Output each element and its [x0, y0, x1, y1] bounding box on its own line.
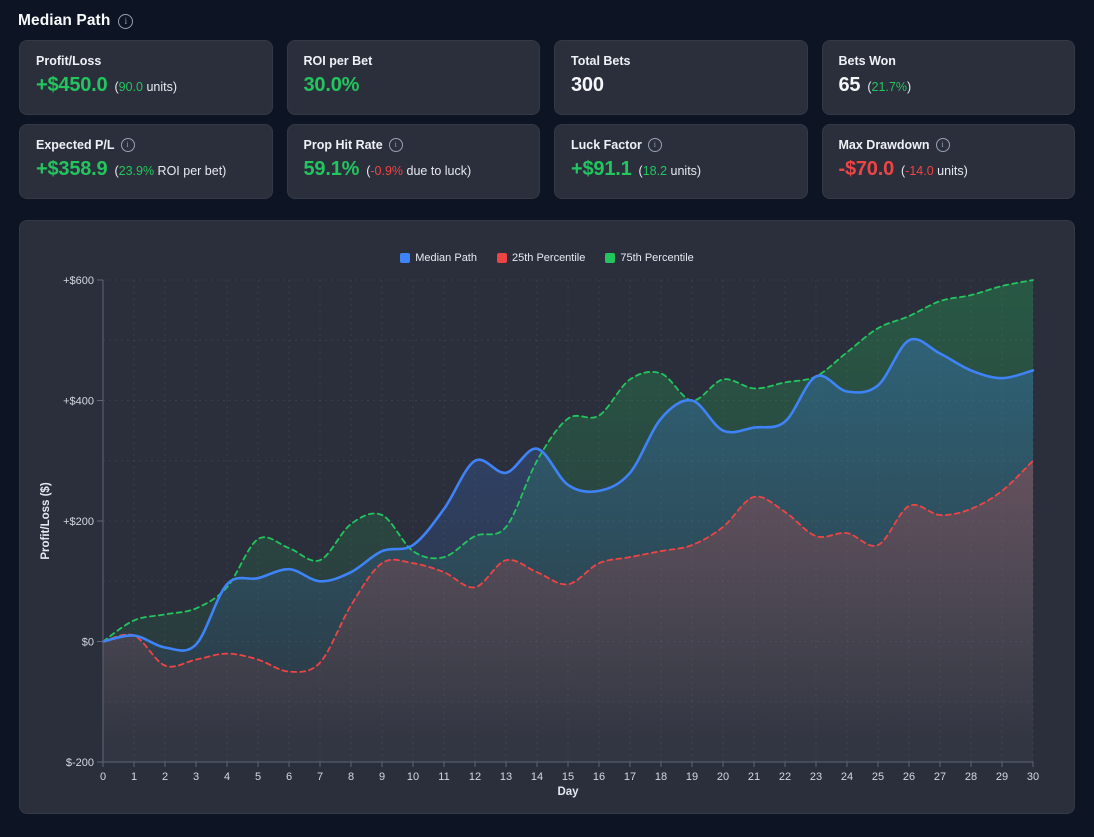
svg-text:14: 14: [531, 771, 543, 783]
svg-text:15: 15: [562, 771, 574, 783]
stat-card-max-drawdown: Max Drawdown -$70.0 (-14.0 units): [822, 124, 1076, 199]
svg-text:12: 12: [469, 771, 481, 783]
stat-subtext: (21.7%): [867, 80, 911, 94]
stat-value: +$91.1: [571, 158, 632, 181]
svg-text:18: 18: [655, 771, 667, 783]
svg-text:+$200: +$200: [63, 516, 94, 528]
svg-text:21: 21: [748, 771, 760, 783]
svg-text:25: 25: [872, 771, 884, 783]
legend-swatch-icon: [497, 253, 507, 263]
svg-text:+$600: +$600: [63, 275, 94, 287]
stat-label: Luck Factor: [571, 138, 642, 152]
legend-label: Median Path: [415, 252, 477, 264]
stat-label: Prop Hit Rate: [304, 138, 383, 152]
stat-value: 59.1%: [304, 158, 360, 181]
info-icon[interactable]: [118, 14, 133, 29]
stat-label: Max Drawdown: [839, 138, 930, 152]
stat-card-expected-p-l: Expected P/L +$358.9 (23.9% ROI per bet): [19, 124, 273, 199]
info-icon[interactable]: [389, 138, 403, 152]
stat-label: Bets Won: [839, 54, 896, 68]
svg-text:13: 13: [500, 771, 512, 783]
svg-text:$0: $0: [82, 637, 94, 649]
stat-card-total-bets: Total Bets 300: [554, 40, 808, 115]
svg-text:27: 27: [934, 771, 946, 783]
stat-value: 300: [571, 74, 604, 97]
svg-text:0: 0: [100, 771, 106, 783]
stat-subtext: (23.9% ROI per bet): [114, 164, 226, 178]
stat-label: Total Bets: [571, 54, 631, 68]
y-axis-title: Profit/Loss ($): [40, 482, 52, 559]
stat-card-bets-won: Bets Won 65 (21.7%): [822, 40, 1076, 115]
svg-text:23: 23: [810, 771, 822, 783]
svg-text:30: 30: [1027, 771, 1039, 783]
svg-text:20: 20: [717, 771, 729, 783]
stat-value: +$450.0: [36, 74, 107, 97]
stat-value: -$70.0: [839, 158, 895, 181]
svg-text:29: 29: [996, 771, 1008, 783]
stat-card-prop-hit-rate: Prop Hit Rate 59.1% (-0.9% due to luck): [287, 124, 541, 199]
stat-subtext: (-0.9% due to luck): [366, 164, 471, 178]
svg-text:16: 16: [593, 771, 605, 783]
svg-text:9: 9: [379, 771, 385, 783]
svg-text:26: 26: [903, 771, 915, 783]
stat-subtext: (90.0 units): [114, 80, 177, 94]
chart-legend: Median Path 25th Percentile 75th Percentil…: [20, 252, 1074, 264]
svg-text:4: 4: [224, 771, 230, 783]
svg-text:5: 5: [255, 771, 261, 783]
stat-card-profit-loss: Profit/Loss +$450.0 (90.0 units): [19, 40, 273, 115]
stat-value: +$358.9: [36, 158, 107, 181]
x-axis-title: Day: [557, 786, 579, 798]
stat-label: ROI per Bet: [304, 54, 373, 68]
legend-label: 25th Percentile: [512, 252, 585, 264]
info-icon[interactable]: [121, 138, 135, 152]
info-icon[interactable]: [648, 138, 662, 152]
svg-text:3: 3: [193, 771, 199, 783]
legend-item-75th-percentile: 75th Percentile: [605, 252, 693, 264]
svg-text:2: 2: [162, 771, 168, 783]
page-title: Median Path: [18, 12, 110, 30]
legend-label: 75th Percentile: [620, 252, 693, 264]
chart-panel: Median Path 25th Percentile 75th Percentil…: [19, 220, 1075, 814]
legend-swatch-icon: [605, 253, 615, 263]
svg-text:$-200: $-200: [66, 757, 94, 769]
legend-swatch-icon: [400, 253, 410, 263]
svg-text:7: 7: [317, 771, 323, 783]
svg-text:11: 11: [438, 771, 449, 783]
page-header: Median Path: [0, 0, 1094, 40]
svg-text:19: 19: [686, 771, 698, 783]
svg-text:+$400: +$400: [63, 396, 94, 408]
stat-label: Expected P/L: [36, 138, 115, 152]
svg-text:1: 1: [131, 771, 137, 783]
svg-text:22: 22: [779, 771, 791, 783]
stats-cards: Profit/Loss +$450.0 (90.0 units) ROI per Be…: [19, 40, 1075, 199]
svg-text:6: 6: [286, 771, 292, 783]
pl-chart[interactable]: $-200$0+$200+$400+$600012345678910111213…: [20, 221, 1075, 814]
stat-label: Profit/Loss: [36, 54, 101, 68]
svg-text:8: 8: [348, 771, 354, 783]
stat-value: 30.0%: [304, 74, 360, 97]
legend-item-median-path: Median Path: [400, 252, 477, 264]
svg-text:28: 28: [965, 771, 977, 783]
stat-value: 65: [839, 74, 861, 97]
legend-item-25th-percentile: 25th Percentile: [497, 252, 585, 264]
stat-card-luck-factor: Luck Factor +$91.1 (18.2 units): [554, 124, 808, 199]
svg-text:24: 24: [841, 771, 853, 783]
stat-subtext: (18.2 units): [639, 164, 702, 178]
svg-text:10: 10: [407, 771, 419, 783]
stat-card-roi-per-bet: ROI per Bet 30.0%: [287, 40, 541, 115]
stat-subtext: (-14.0 units): [901, 164, 968, 178]
info-icon[interactable]: [936, 138, 950, 152]
svg-text:17: 17: [624, 771, 636, 783]
